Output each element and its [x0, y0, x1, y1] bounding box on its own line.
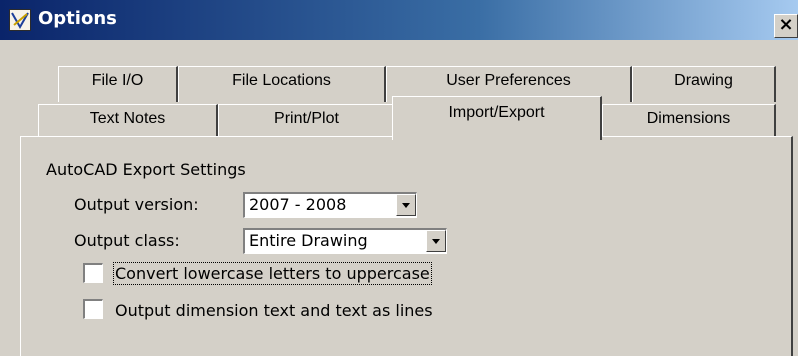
tab-label: Text Notes — [89, 110, 166, 127]
output-version-label: Output version: — [74, 195, 199, 214]
uppercase-checkbox[interactable] — [83, 263, 103, 283]
tab-print-plot[interactable]: Print/Plot — [218, 104, 396, 138]
chevron-down-icon[interactable] — [426, 230, 446, 252]
app-icon — [9, 9, 31, 31]
window-title: Options — [38, 8, 117, 29]
tab-label: Import/Export — [448, 104, 545, 121]
close-icon: × — [778, 14, 794, 35]
tab-drawing[interactable]: Drawing — [632, 66, 776, 102]
tab-dimensions[interactable]: Dimensions — [602, 104, 776, 138]
tab-label: File I/O — [91, 72, 144, 89]
tab-label: File Locations — [232, 72, 331, 89]
tab-text-notes[interactable]: Text Notes — [38, 104, 218, 138]
output-version-select[interactable]: 2007 - 2008 — [243, 192, 417, 218]
output-class-select[interactable]: Entire Drawing — [243, 228, 447, 254]
tab-label: Drawing — [674, 72, 733, 89]
tab-import-export[interactable]: Import/Export — [392, 96, 602, 140]
tab-file-io[interactable]: File I/O — [58, 66, 178, 102]
tab-label: Print/Plot — [274, 110, 339, 127]
import-export-panel: AutoCAD Export Settings Output version: … — [20, 136, 793, 356]
title-bar: Options — [0, 0, 798, 40]
close-button[interactable]: × — [774, 14, 798, 38]
drafting-icon — [11, 12, 29, 30]
output-version-value: 2007 - 2008 — [249, 195, 347, 214]
chevron-down-icon[interactable] — [396, 194, 416, 216]
output-class-value: Entire Drawing — [249, 231, 368, 250]
section-title: AutoCAD Export Settings — [46, 160, 246, 179]
uppercase-checkbox-label[interactable]: Convert lowercase letters to uppercase — [113, 262, 432, 285]
text-as-lines-checkbox[interactable] — [83, 299, 103, 319]
tab-file-locations[interactable]: File Locations — [178, 66, 386, 102]
text-as-lines-checkbox-label[interactable]: Output dimension text and text as lines — [115, 301, 433, 320]
tab-label: User Preferences — [446, 72, 571, 89]
tab-label: Dimensions — [646, 110, 731, 127]
output-class-label: Output class: — [74, 231, 180, 250]
